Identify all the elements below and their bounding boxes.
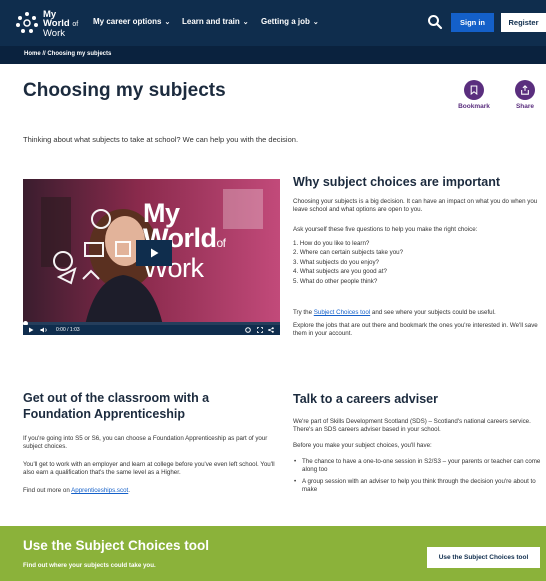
video-player[interactable]: My Worldof Work 0:00 / 1:03 (23, 179, 280, 335)
why-paragraph-3: Try the Subject Choices tool and see whe… (293, 309, 496, 316)
foundation-section-title: Get out of the classroom with a Foundati… (23, 391, 210, 421)
logo-dots-icon (16, 12, 38, 33)
nav-getting-a-job[interactable]: Getting a job ⌄ (261, 17, 319, 26)
use-subject-choices-tool-button[interactable]: Use the Subject Choices tool (427, 547, 540, 568)
breadcrumb-bar: Home // Choosing my subjects (0, 46, 546, 64)
apprenticeships-scot-link[interactable]: Apprenticeships.scot (71, 487, 128, 494)
intro-text: Thinking about what subjects to take at … (23, 135, 299, 144)
bookmark-icon (464, 80, 484, 100)
play-icon[interactable] (28, 327, 34, 333)
foundation-paragraph-1: If you're going into S5 or S6, you can c… (23, 435, 268, 451)
why-section-title: Why subject choices are important (293, 175, 500, 189)
share-label: Share (515, 103, 535, 110)
breadcrumb[interactable]: Home // Choosing my subjects (24, 51, 111, 57)
adviser-paragraph-1: We're part of Skills Development Scotlan… (293, 418, 531, 434)
why-paragraph-4: Explore the jobs that are out there and … (293, 322, 538, 338)
site-header: My World of Work My career options ⌄ Lea… (0, 0, 546, 46)
page-title: Choosing my subjects (23, 80, 226, 101)
chevron-down-icon: ⌄ (312, 18, 319, 26)
search-icon[interactable] (427, 14, 443, 30)
banner-subtitle: Find out where your subjects could take … (23, 562, 156, 569)
my-world-of-work-logo[interactable]: My World of Work (14, 8, 92, 40)
volume-icon[interactable] (40, 327, 48, 333)
play-button[interactable] (136, 240, 172, 266)
settings-icon[interactable] (245, 327, 251, 333)
adviser-bullet-list: The chance to have a one-to-one session … (293, 458, 543, 498)
fullscreen-icon[interactable] (257, 327, 263, 333)
list-item: 4. What subjects are you good at? (293, 268, 387, 276)
video-controls: 0:00 / 1:03 (23, 325, 280, 335)
list-item: 5. What do other people think? (293, 277, 378, 285)
questions-list: 1. How do you like to learn? 2. Where ca… (293, 239, 543, 286)
why-paragraph-2: Ask yourself these five questions to hel… (293, 226, 478, 233)
sign-in-button[interactable]: Sign in (451, 13, 494, 32)
play-icon (151, 248, 159, 258)
nav-my-career-options[interactable]: My career options ⌄ (93, 17, 170, 26)
register-button[interactable]: Register (501, 13, 546, 32)
adviser-section-title: Talk to a careers adviser (293, 392, 438, 406)
foundation-paragraph-3: Find out more on Apprenticeships.scot. (23, 487, 130, 494)
share-icon (515, 80, 535, 100)
share-button[interactable]: Share (507, 80, 543, 110)
chevron-down-icon: ⌄ (242, 18, 249, 26)
list-item: A group session with an adviser to help … (293, 478, 543, 495)
chevron-down-icon: ⌄ (164, 18, 171, 26)
list-item: 1. How do you like to learn? (293, 240, 370, 247)
bookmark-label: Bookmark (458, 103, 490, 110)
subject-choices-banner: Use the Subject Choices tool Find out wh… (0, 526, 546, 581)
logo-text: My World of Work (43, 9, 79, 39)
adviser-paragraph-2: Before you make your subject choices, yo… (293, 442, 432, 449)
why-paragraph-1: Choosing your subjects is a big decision… (293, 198, 538, 214)
share-icon[interactable] (268, 327, 274, 333)
list-item: 2. Where can certain subjects take you? (293, 249, 404, 257)
bookmark-button[interactable]: Bookmark (456, 80, 492, 110)
video-time: 0:00 / 1:03 (56, 327, 80, 333)
list-item: The chance to have a one-to-one session … (293, 458, 543, 475)
list-item: 3. What subjects do you enjoy? (293, 258, 379, 266)
banner-title: Use the Subject Choices tool (23, 538, 210, 553)
nav-learn-and-train[interactable]: Learn and train ⌄ (182, 17, 249, 26)
subject-choices-tool-link[interactable]: Subject Choices tool (314, 309, 370, 316)
foundation-paragraph-2: You'll get to work with an employer and … (23, 461, 275, 477)
